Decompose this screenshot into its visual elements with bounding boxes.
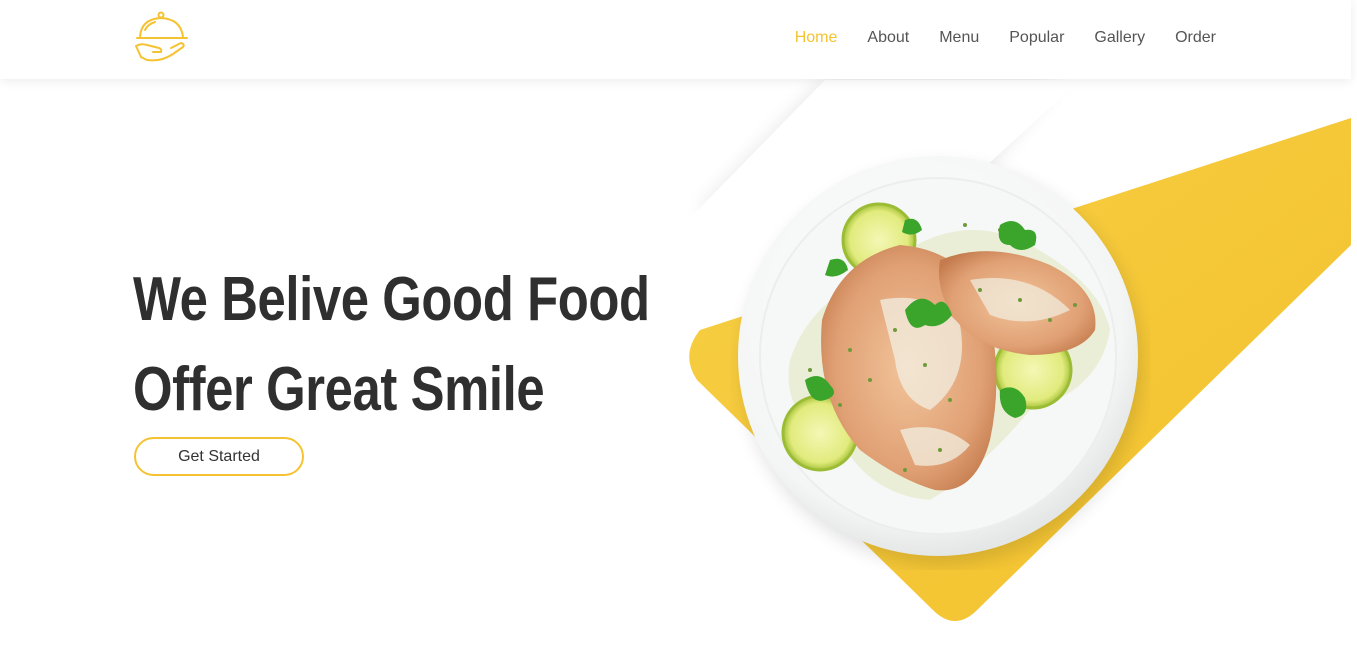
nav-popular[interactable]: Popular	[1009, 27, 1064, 49]
site-header: Home About Menu Popular Gallery Order	[0, 0, 1351, 79]
main-nav: Home About Menu Popular Gallery Order	[765, 27, 1216, 49]
get-started-button[interactable]: Get Started	[134, 437, 304, 476]
grilled-chicken-plate-image	[730, 150, 1150, 570]
hero-title: We Belive Good Food Offer Great Smile	[133, 255, 650, 435]
hero-title-line-1: We Belive Good Food	[133, 265, 650, 334]
page: Home About Menu Popular Gallery Order We…	[0, 0, 1357, 649]
nav-menu[interactable]: Menu	[939, 27, 979, 49]
nav-home[interactable]: Home	[795, 27, 838, 49]
nav-about[interactable]: About	[867, 27, 909, 49]
serving-cloche-icon[interactable]	[133, 10, 191, 62]
nav-order[interactable]: Order	[1175, 27, 1216, 49]
nav-gallery[interactable]: Gallery	[1094, 27, 1145, 49]
hero-title-line-2: Offer Great Smile	[133, 355, 545, 424]
